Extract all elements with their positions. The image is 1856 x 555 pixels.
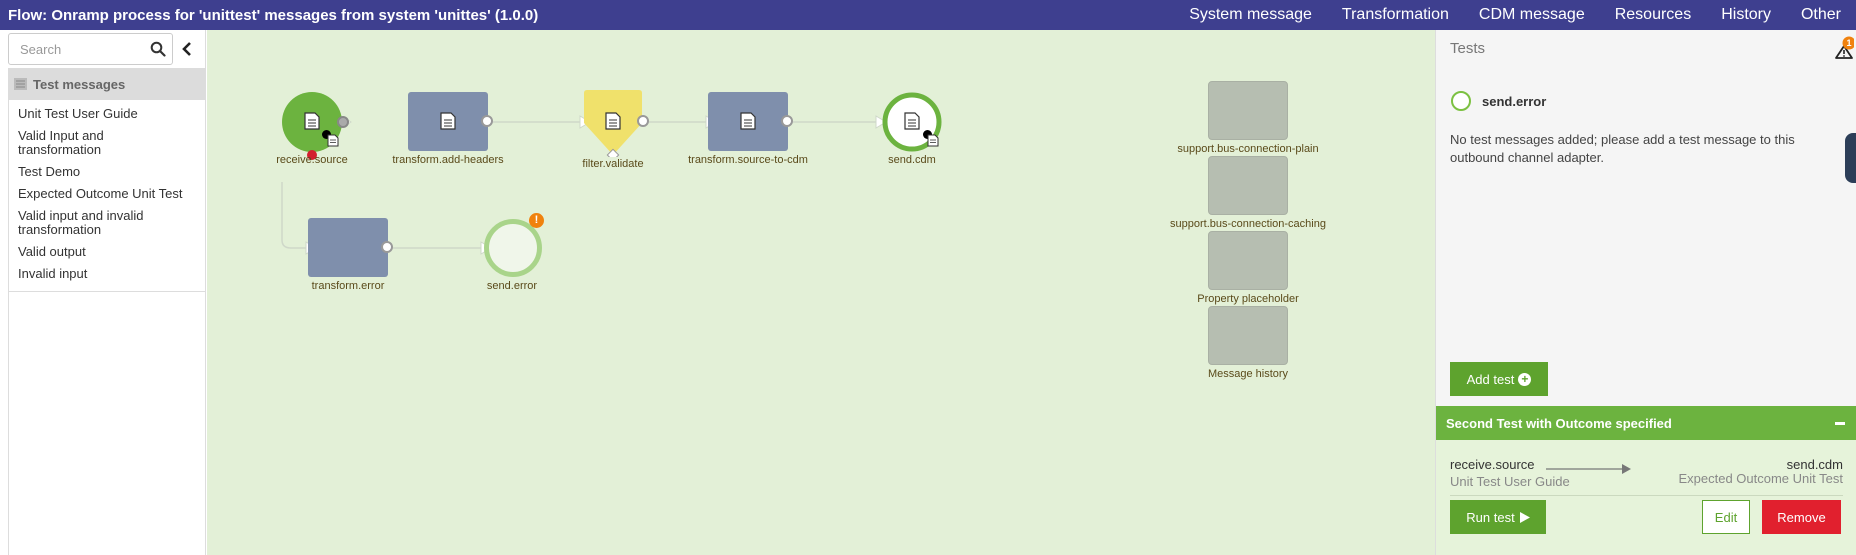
sidebar: Test messages Unit Test User Guide Valid… [0,30,206,555]
label-send-error: send.error [486,280,538,292]
label-transform-error: transform.error [311,280,385,292]
test-messages-header[interactable]: Test messages [8,68,206,100]
nav-system-message[interactable]: System message [1174,0,1327,30]
search-icon[interactable] [150,41,166,57]
sidebar-item-test-demo[interactable]: Test Demo [8,161,198,183]
node-send-cdm[interactable] [882,92,942,152]
nav-cdm-message[interactable]: CDM message [1464,0,1600,30]
document-icon [605,112,621,130]
sidebar-item-valid-input-transformation[interactable]: Valid Input and transformation [8,125,198,161]
label-transform-source-to-cdm: transform.source-to-cdm [688,154,808,166]
play-icon [1519,511,1530,523]
search-input[interactable] [9,34,144,64]
warning-badge: ! [529,213,544,228]
test-accordion-body: receive.source Unit Test User Guide send… [1436,440,1856,555]
document-icon [327,134,339,147]
support-property-placeholder[interactable] [1208,231,1288,290]
nav-other[interactable]: Other [1786,0,1856,30]
document-icon [304,112,320,130]
divider [1450,495,1843,496]
test-accordion-title: Second Test with Outcome specified [1446,415,1672,431]
to-message: Expected Outcome Unit Test [1678,471,1843,486]
arrow-right-icon [1546,464,1631,474]
test-messages-title: Test messages [33,76,126,92]
nav-transformation[interactable]: Transformation [1327,0,1464,30]
sidebar-item-invalid-input[interactable]: Invalid input [8,263,198,285]
output-port[interactable] [337,116,349,128]
node-transform-add-headers[interactable] [408,92,493,151]
label-support-plain: support.bus-connection-plain [1177,143,1319,155]
output-port[interactable] [781,115,793,127]
remove-button[interactable]: Remove [1762,500,1841,534]
node-transform-source-to-cdm[interactable] [708,92,793,151]
run-test-label: Run test [1466,509,1515,525]
node-receive-source[interactable] [282,92,349,160]
label-support-caching: support.bus-connection-caching [1170,218,1326,230]
empty-tests-message: No test messages added; please add a tes… [1450,132,1795,165]
sidebar-divider [8,291,206,292]
collapse-icon[interactable] [1835,422,1845,425]
chevron-left-icon[interactable] [180,40,194,58]
output-port[interactable] [381,241,393,253]
nav-history[interactable]: History [1706,0,1786,30]
selected-adapter-name: send.error [1482,94,1547,109]
sidebar-item-valid-output[interactable]: Valid output [8,241,198,263]
test-accordion-header[interactable]: Second Test with Outcome specified [1436,406,1856,440]
to-node: send.cdm [1786,457,1843,472]
document-icon [927,134,939,147]
support-message-history[interactable] [1208,306,1288,365]
list-icon [14,78,27,90]
node-transform-error[interactable] [308,218,393,277]
label-message-history: Message history [1207,368,1289,380]
feedback-tab[interactable] [1845,133,1856,183]
node-send-error[interactable]: ! [484,213,544,278]
plus-circle-icon: + [1518,372,1532,386]
flow-canvas[interactable]: receive.source transform.add-headers fil… [207,30,1435,555]
top-bar: Flow: Onramp process for 'unittest' mess… [0,0,1856,30]
adapter-radio[interactable] [1451,91,1471,111]
page-title: Flow: Onramp process for 'unittest' mess… [8,6,539,24]
document-icon [440,112,456,130]
document-icon [740,112,756,130]
support-bus-connection-plain[interactable] [1208,81,1288,140]
from-node: receive.source [1450,457,1535,472]
edit-button[interactable]: Edit [1702,500,1750,534]
from-message: Unit Test User Guide [1450,474,1570,489]
add-test-label: Add test [1466,371,1515,387]
warning-count: 1 [1846,38,1852,48]
nav-resources[interactable]: Resources [1600,0,1706,30]
support-bus-connection-caching[interactable] [1208,156,1288,215]
tests-panel: Tests 1 send.error No test messages adde… [1435,30,1856,555]
add-test-button[interactable]: Add test + [1450,362,1548,396]
tests-title: Tests [1450,40,1486,57]
label-filter-validate: filter.validate [582,158,644,170]
top-nav: System message Transformation CDM messag… [1174,0,1856,30]
test-message-list: Unit Test User Guide Valid Input and tra… [8,103,198,285]
search-box [8,33,173,65]
sidebar-item-valid-input-invalid-transformation[interactable]: Valid input and invalid transformation [8,205,198,241]
sidebar-item-expected-outcome[interactable]: Expected Outcome Unit Test [8,183,198,205]
label-transform-add-headers: transform.add-headers [392,154,504,166]
sidebar-item-unit-test-user-guide[interactable]: Unit Test User Guide [8,103,198,125]
node-filter-validate[interactable] [582,89,649,162]
label-property-placeholder: Property placeholder [1197,293,1299,305]
run-test-button[interactable]: Run test [1450,500,1546,534]
output-port[interactable] [637,115,649,127]
document-icon [904,112,920,130]
output-port[interactable] [481,115,493,127]
label-send-cdm: send.cdm [888,154,936,166]
label-receive-source: receive.source [276,154,348,166]
